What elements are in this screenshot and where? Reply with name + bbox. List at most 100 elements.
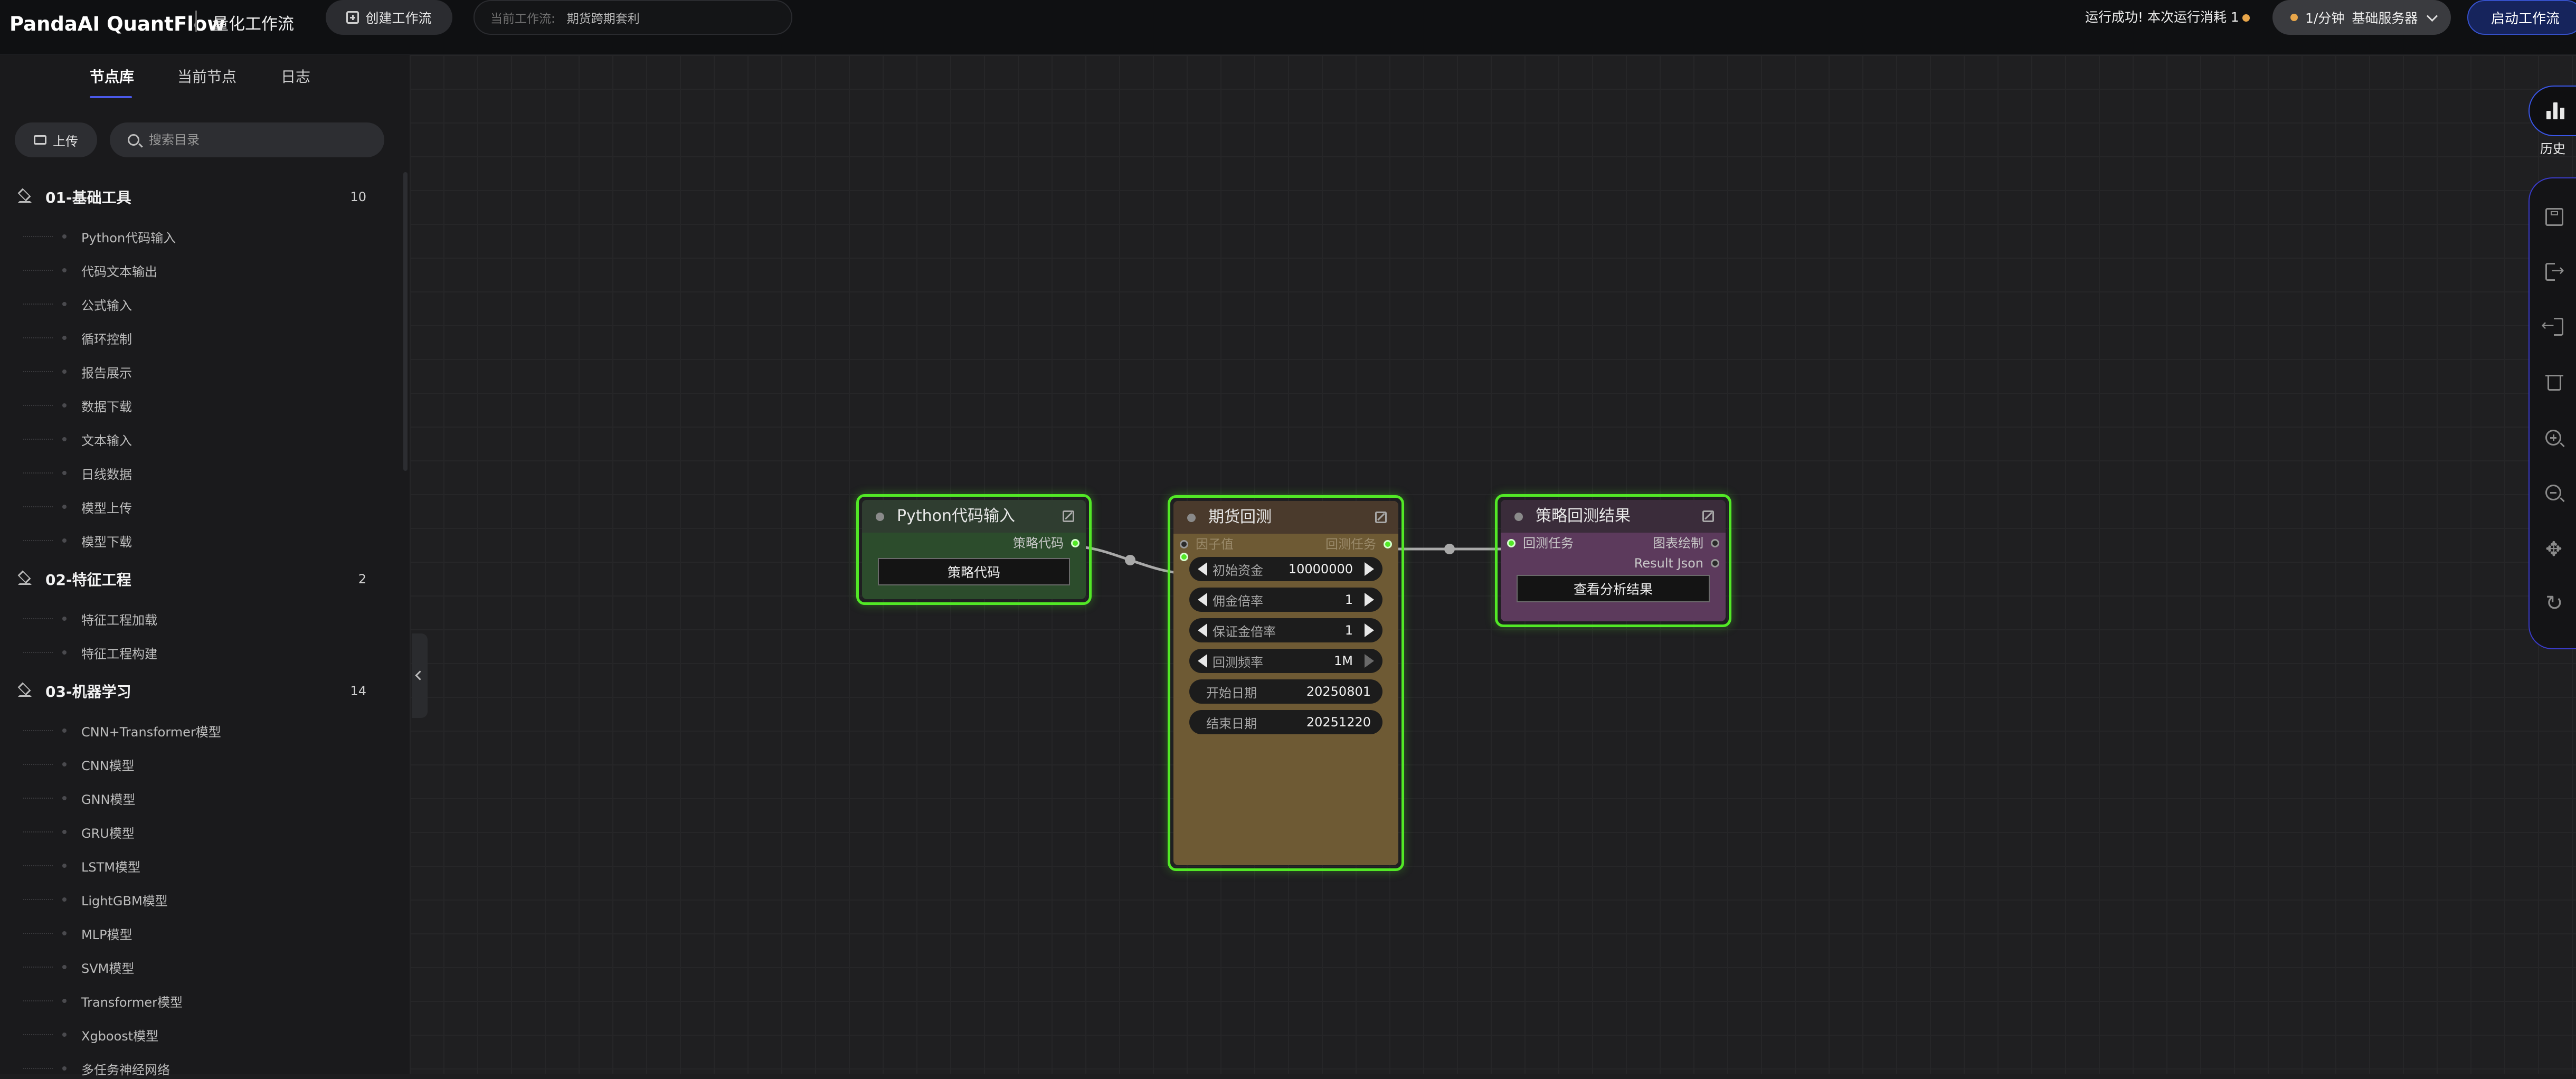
create-workflow-button[interactable]: 创建工作流 [326, 0, 452, 35]
trash-icon[interactable] [2545, 375, 2563, 391]
backtest-frequency-select[interactable]: 回测频率 1M [1189, 649, 1382, 673]
node-python-code-input[interactable]: Python代码输入 策略代码 策略代码 [856, 494, 1092, 605]
decrement-arrow-icon[interactable] [1198, 623, 1207, 637]
output-port-dot[interactable] [1711, 539, 1719, 547]
output-port-dot[interactable] [1711, 559, 1719, 567]
list-item[interactable]: Xgboost模型 [23, 1024, 158, 1045]
initial-capital-stepper[interactable]: 初始资金 10000000 [1189, 557, 1382, 581]
list-item[interactable]: CNN模型 [23, 754, 135, 775]
list-item[interactable]: 特征工程加载 [23, 608, 157, 629]
decrement-arrow-icon[interactable] [1198, 562, 1207, 576]
list-item[interactable]: MLP模型 [23, 923, 132, 944]
workflow-canvas[interactable] [410, 55, 2576, 1074]
list-item[interactable]: GRU模型 [23, 821, 135, 843]
category-machine-learning[interactable]: 03-机器学习 14 [16, 678, 375, 704]
list-item[interactable]: 日线数据 [23, 462, 132, 484]
bullet-icon [62, 471, 67, 475]
list-item[interactable]: 特征工程构建 [23, 642, 157, 663]
list-item[interactable]: 数据下载 [23, 395, 132, 416]
output-port-row: 策略代码 [862, 533, 1086, 554]
list-item[interactable]: Python代码输入 [23, 226, 176, 247]
bullet-icon [62, 370, 67, 374]
edit-icon[interactable] [1702, 510, 1714, 522]
bullet-icon [62, 538, 67, 543]
increment-arrow-icon[interactable] [1365, 623, 1374, 637]
zoom-in-icon[interactable] [2545, 430, 2565, 448]
list-item[interactable]: 公式输入 [23, 294, 132, 315]
export-icon[interactable] [2545, 261, 2564, 281]
list-item[interactable]: 循环控制 [23, 327, 132, 348]
tab-current-node[interactable]: 当前节点 [177, 65, 236, 87]
list-item[interactable]: 文本输入 [23, 429, 132, 450]
node-futures-backtest[interactable]: 期货回测 因子值 回测任务 初始资金 10000000 佣金倍率 1 保证金倍率 [1168, 495, 1404, 871]
linked-input-port-dot[interactable] [1180, 553, 1188, 561]
node-strategy-backtest-result[interactable]: 策略回测结果 回测任务 图表绘制 Result Json 查看分析结果 [1495, 494, 1731, 627]
list-item[interactable]: LightGBM模型 [23, 889, 168, 910]
list-item[interactable]: CNN+Transformer模型 [23, 720, 221, 741]
move-icon[interactable] [2545, 537, 2563, 561]
bullet-icon [62, 617, 67, 621]
node-title[interactable]: 期货回测 [1173, 501, 1398, 534]
list-item-label: 模型下载 [81, 534, 132, 550]
increment-arrow-icon[interactable] [1365, 562, 1374, 576]
edit-icon[interactable] [1375, 512, 1387, 523]
sidebar-tabs: 节点库 当前节点 日志 [0, 55, 410, 99]
list-item-label: CNN模型 [81, 758, 135, 773]
start-workflow-button[interactable]: 启动工作流 [2467, 0, 2576, 35]
list-item[interactable]: 报告展示 [23, 361, 132, 382]
list-item-label: 文本输入 [81, 433, 132, 448]
node-status-icon [876, 513, 884, 521]
list-item[interactable]: GNN模型 [23, 788, 136, 809]
output-port-dot[interactable] [1384, 540, 1392, 548]
node-title[interactable]: 策略回测结果 [1501, 500, 1726, 533]
commission-rate-stepper[interactable]: 佣金倍率 1 [1189, 588, 1382, 612]
current-workflow-field[interactable]: 当前工作流: 期货跨期套利 [473, 0, 792, 35]
sidebar-scrollbar[interactable] [403, 172, 408, 471]
decrement-arrow-icon[interactable] [1198, 593, 1207, 607]
list-item-label: SVM模型 [81, 961, 135, 976]
search-input[interactable] [148, 132, 372, 148]
list-item-label: 日线数据 [81, 467, 132, 482]
list-item[interactable]: 多任务神经网络 [23, 1058, 170, 1079]
upload-button[interactable]: 上传 [15, 122, 97, 157]
bullet-icon [62, 931, 67, 935]
node-title[interactable]: Python代码输入 [862, 500, 1086, 533]
decrement-arrow-icon[interactable] [1198, 654, 1207, 668]
edit-icon[interactable] [1063, 510, 1074, 522]
port-row: Result Json [1501, 554, 1726, 573]
list-item[interactable]: 代码文本输出 [23, 260, 157, 281]
bullet-icon [62, 796, 67, 800]
upload-label: 上传 [53, 134, 78, 149]
list-item[interactable]: 模型上传 [23, 496, 132, 517]
tab-log[interactable]: 日志 [281, 65, 310, 87]
increment-arrow-icon[interactable] [1365, 593, 1374, 607]
increment-arrow-icon[interactable] [1365, 654, 1374, 668]
category-feature-engineering[interactable]: 02-特征工程 2 [16, 566, 375, 592]
list-item[interactable]: LSTM模型 [23, 855, 140, 876]
view-analysis-button[interactable]: 查看分析结果 [1517, 575, 1710, 602]
node-title-text: Python代码输入 [897, 507, 1015, 525]
strategy-code-button[interactable]: 策略代码 [878, 558, 1070, 585]
output-port-label: 策略代码 [1013, 536, 1064, 551]
list-item[interactable]: Transformer模型 [23, 990, 183, 1011]
zoom-out-icon[interactable] [2545, 485, 2565, 503]
output-port-dot[interactable] [1071, 539, 1079, 547]
margin-rate-stepper[interactable]: 保证金倍率 1 [1189, 618, 1382, 642]
input-port-dot[interactable] [1507, 539, 1516, 547]
import-icon[interactable] [2541, 316, 2563, 336]
list-item[interactable]: SVM模型 [23, 957, 135, 978]
tab-node-library[interactable]: 节点库 [90, 65, 134, 87]
category-basic-tools[interactable]: 01-基础工具 10 [16, 184, 375, 210]
widget-label: 开始日期 [1206, 685, 1257, 701]
input-port-dot[interactable] [1180, 540, 1188, 548]
end-date-field[interactable]: 结束日期 20251220 [1189, 710, 1382, 734]
list-item[interactable]: 模型下载 [23, 530, 132, 551]
refresh-icon[interactable] [2545, 591, 2563, 616]
chevron-down-icon [2427, 10, 2438, 22]
start-date-field[interactable]: 开始日期 20250801 [1189, 679, 1382, 704]
server-select[interactable]: 1/分钟 基础服务器 [2272, 0, 2451, 35]
history-button[interactable] [2528, 86, 2576, 136]
current-workflow-label: 当前工作流: [490, 12, 555, 26]
sidebar-collapse-button[interactable] [412, 633, 428, 718]
save-icon[interactable] [2545, 208, 2563, 226]
